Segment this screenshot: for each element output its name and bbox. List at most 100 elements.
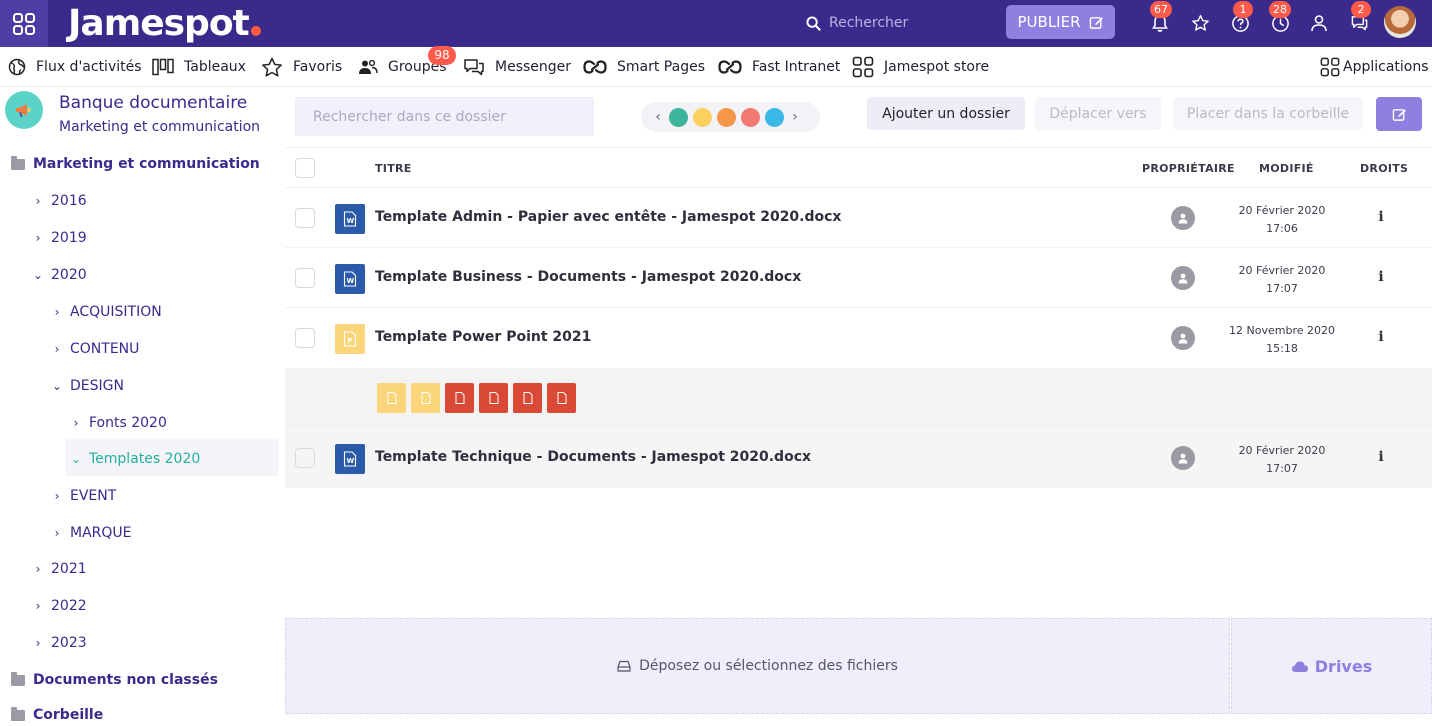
info-icon[interactable]: i bbox=[1377, 449, 1385, 465]
color-swatch[interactable] bbox=[693, 107, 712, 127]
megaphone-icon bbox=[5, 91, 43, 129]
nav-item-favorites[interactable]: Favoris bbox=[261, 56, 342, 78]
edit-icon bbox=[1089, 16, 1103, 29]
row-checkbox[interactable] bbox=[295, 328, 315, 348]
sidebar-subtitle: Marketing et communication bbox=[59, 119, 261, 135]
tree-item-templates-2020[interactable]: ⌄ Templates 2020 bbox=[71, 448, 200, 470]
owner-avatar[interactable] bbox=[1171, 206, 1195, 230]
date-text: 12 Novembre 2020 bbox=[1229, 324, 1335, 337]
tree-item-design[interactable]: ⌄ DESIGN bbox=[52, 375, 124, 397]
file-dropzone[interactable]: Déposez ou sélectionnez des fichiers bbox=[285, 618, 1230, 714]
nav-label: Smart Pages bbox=[617, 59, 705, 75]
profile-button[interactable] bbox=[1308, 12, 1330, 34]
folder-search-input[interactable]: Rechercher dans ce dossier bbox=[295, 97, 594, 136]
color-swatch[interactable] bbox=[765, 107, 784, 127]
tree-item-2020[interactable]: ⌄ 2020 bbox=[33, 264, 87, 286]
owner-avatar[interactable] bbox=[1171, 266, 1195, 290]
nav-label: Flux d'activités bbox=[36, 59, 142, 75]
column-modified[interactable]: MODIFIÉ bbox=[1259, 162, 1314, 175]
app-grid-button[interactable] bbox=[0, 0, 48, 47]
column-title[interactable]: TITRE bbox=[375, 162, 412, 175]
folder-search-placeholder: Rechercher dans ce dossier bbox=[313, 108, 506, 125]
table-row[interactable]: W Template Admin - Papier avec entête - … bbox=[285, 188, 1432, 248]
chevron-left-icon[interactable]: ‹ bbox=[652, 109, 664, 125]
nav-item-messenger[interactable]: Messenger bbox=[463, 56, 571, 78]
info-icon[interactable]: i bbox=[1377, 329, 1385, 345]
tree-item-2022[interactable]: › 2022 bbox=[33, 595, 87, 617]
edit-button[interactable] bbox=[1376, 97, 1422, 131]
row-checkbox[interactable] bbox=[295, 448, 315, 468]
global-search[interactable]: Rechercher bbox=[806, 12, 908, 34]
drives-label: Drives bbox=[1314, 656, 1373, 676]
chevron-down-icon: ⌄ bbox=[33, 268, 44, 282]
tree-item-marketing[interactable]: Marketing et communication bbox=[11, 153, 260, 175]
messages-button[interactable]: 2 bbox=[1348, 1, 1371, 34]
owner-avatar[interactable] bbox=[1171, 446, 1195, 470]
jamespot-logo[interactable]: Jamespot bbox=[68, 0, 261, 47]
user-icon bbox=[1311, 15, 1327, 32]
folder-icon bbox=[11, 671, 25, 686]
user-avatar[interactable] bbox=[1384, 6, 1416, 38]
row-checkbox[interactable] bbox=[295, 208, 315, 228]
trash-button[interactable]: Placer dans la corbeille bbox=[1173, 97, 1363, 130]
publish-label: PUBLIER bbox=[1017, 13, 1081, 31]
pdf-thumbnail[interactable] bbox=[445, 383, 474, 413]
nav-item-applications[interactable]: Applications bbox=[1320, 56, 1429, 78]
time-text: 17:07 bbox=[1266, 462, 1298, 475]
color-swatch[interactable] bbox=[741, 107, 760, 127]
pdf-thumbnail[interactable] bbox=[479, 383, 508, 413]
tree-label: DESIGN bbox=[70, 378, 124, 394]
slide-thumbnail[interactable] bbox=[411, 383, 440, 413]
table-row[interactable]: P Template Power Point 2021 12 Novembre … bbox=[285, 308, 1432, 368]
tree-item-fonts-2020[interactable]: › Fonts 2020 bbox=[71, 412, 167, 434]
tree-item-acquisition[interactable]: › ACQUISITION bbox=[52, 301, 162, 323]
tree-item-2023[interactable]: › 2023 bbox=[33, 632, 87, 654]
row-checkbox[interactable] bbox=[295, 268, 315, 288]
tree-item-event[interactable]: › EVENT bbox=[52, 485, 117, 507]
nav-item-fast-intranet[interactable]: Fast Intranet bbox=[718, 56, 840, 78]
drives-button[interactable]: Drives bbox=[1231, 618, 1432, 714]
user-icon bbox=[1178, 273, 1188, 284]
chevron-right-icon[interactable]: › bbox=[789, 109, 801, 125]
select-all-checkbox[interactable] bbox=[295, 158, 315, 178]
table-row[interactable]: W Template Business - Documents - Jamesp… bbox=[285, 248, 1432, 308]
tree-item-contenu[interactable]: › CONTENU bbox=[52, 338, 140, 360]
column-owner[interactable]: PROPRIÉTAIRE bbox=[1142, 162, 1235, 175]
pdf-thumbnail[interactable] bbox=[513, 383, 542, 413]
info-icon[interactable]: i bbox=[1377, 269, 1385, 285]
add-folder-button[interactable]: Ajouter un dossier bbox=[867, 97, 1025, 130]
move-to-button[interactable]: Déplacer vers bbox=[1035, 97, 1161, 130]
drive-icon bbox=[617, 660, 631, 672]
owner-avatar[interactable] bbox=[1171, 326, 1195, 350]
tree-item-2021[interactable]: › 2021 bbox=[33, 558, 87, 580]
history-button[interactable]: 28 bbox=[1269, 1, 1291, 34]
tree-item-marque[interactable]: › MARQUE bbox=[52, 522, 132, 544]
tree-item-2016[interactable]: › 2016 bbox=[33, 190, 87, 212]
tree-item-2019[interactable]: › 2019 bbox=[33, 227, 87, 249]
tree-label: EVENT bbox=[70, 488, 117, 504]
tree-item-trash[interactable]: Corbeille bbox=[11, 704, 103, 726]
file-name[interactable]: Template Business - Documents - Jamespot… bbox=[375, 269, 801, 285]
pdf-thumbnail[interactable] bbox=[547, 383, 576, 413]
nav-item-activity-feed[interactable]: Flux d'activités bbox=[8, 56, 142, 78]
color-palette[interactable]: ‹ › bbox=[641, 102, 820, 132]
color-swatch[interactable] bbox=[669, 107, 688, 127]
info-icon[interactable]: i bbox=[1377, 209, 1385, 225]
notifications-button[interactable]: 67 bbox=[1149, 1, 1172, 34]
table-header: TITRE PROPRIÉTAIRE MODIFIÉ DROITS bbox=[285, 147, 1432, 188]
tree-item-unclassified[interactable]: Documents non classés bbox=[11, 669, 218, 691]
slide-thumbnail[interactable] bbox=[377, 383, 406, 413]
publish-button[interactable]: PUBLIER bbox=[1006, 5, 1115, 39]
file-name[interactable]: Template Admin - Papier avec entête - Ja… bbox=[375, 209, 841, 225]
chevron-down-icon: ⌄ bbox=[71, 452, 82, 466]
favorites-button[interactable] bbox=[1189, 12, 1211, 34]
color-swatch[interactable] bbox=[717, 107, 736, 127]
nav-item-jamespot-store[interactable]: Jamespot store bbox=[852, 56, 989, 78]
nav-item-smart-pages[interactable]: Smart Pages bbox=[583, 56, 705, 78]
nav-item-boards[interactable]: Tableaux bbox=[152, 56, 246, 78]
file-name[interactable]: Template Power Point 2021 bbox=[375, 329, 591, 345]
tree-label: Marketing et communication bbox=[33, 156, 260, 172]
file-name[interactable]: Template Technique - Documents - Jamespo… bbox=[375, 449, 811, 465]
table-row[interactable]: W Template Technique - Documents - James… bbox=[285, 428, 1432, 488]
help-button[interactable]: 1 bbox=[1229, 1, 1253, 34]
